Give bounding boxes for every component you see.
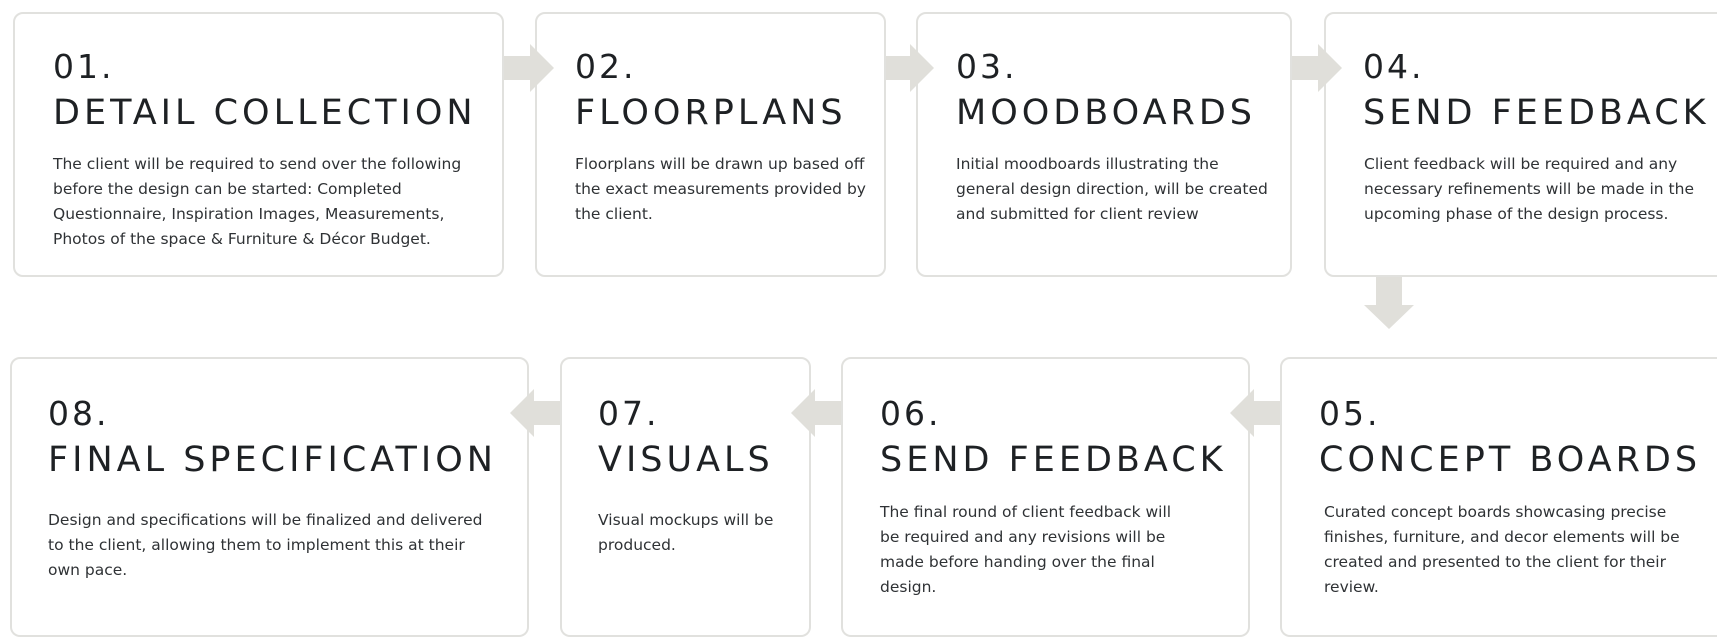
step-number: 03. xyxy=(956,47,1018,86)
step-title: CONCEPT BOARDS xyxy=(1319,440,1702,480)
step-description: The final round of client feedback will … xyxy=(880,503,1172,596)
step-title: VISUALS xyxy=(598,440,774,480)
step-title: SEND FEEDBACK xyxy=(880,440,1227,480)
step-number: 01. xyxy=(53,47,115,86)
step-card-07: 07. VISUALS Visual mockups will be produ… xyxy=(560,357,811,637)
step-card-08: 08. FINAL SPECIFICATION Design and speci… xyxy=(10,357,529,637)
step-description: Client feedback will be required and any… xyxy=(1364,155,1694,223)
step-description: Initial moodboards illustrating the gene… xyxy=(956,155,1268,223)
arrow-right-icon xyxy=(886,44,934,92)
step-card-01: 01. DETAIL COLLECTION The client will be… xyxy=(13,12,504,277)
arrow-left-icon xyxy=(510,389,560,437)
step-description: Floorplans will be drawn up based off th… xyxy=(575,155,866,223)
step-title: MOODBOARDS xyxy=(956,93,1257,133)
step-number: 05. xyxy=(1319,394,1381,433)
step-title: FLOORPLANS xyxy=(575,93,847,133)
arrow-right-icon xyxy=(1292,44,1342,92)
step-card-02: 02. FLOORPLANS Floorplans will be drawn … xyxy=(535,12,886,277)
step-description: The client will be required to send over… xyxy=(53,155,462,248)
step-description: Curated concept boards showcasing precis… xyxy=(1324,503,1680,596)
step-card-05: 05. CONCEPT BOARDS Curated concept board… xyxy=(1280,357,1717,637)
step-description: Visual mockups will be produced. xyxy=(598,511,774,554)
step-number: 07. xyxy=(598,394,660,433)
step-card-04: 04. SEND FEEDBACK Client feedback will b… xyxy=(1324,12,1717,277)
step-title: FINAL SPECIFICATION xyxy=(48,440,497,480)
arrow-right-icon xyxy=(504,44,554,92)
step-title: SEND FEEDBACK xyxy=(1363,93,1710,133)
arrow-left-icon xyxy=(791,389,841,437)
step-card-03: 03. MOODBOARDS Initial moodboards illust… xyxy=(916,12,1292,277)
step-number: 08. xyxy=(48,394,110,433)
step-number: 04. xyxy=(1363,47,1425,86)
arrow-down-icon xyxy=(1364,277,1414,329)
step-card-06: 06. SEND FEEDBACK The final round of cli… xyxy=(841,357,1250,637)
step-description: Design and specifications will be finali… xyxy=(48,511,483,579)
step-number: 02. xyxy=(575,47,637,86)
arrow-left-icon xyxy=(1230,389,1280,437)
step-number: 06. xyxy=(880,394,942,433)
step-title: DETAIL COLLECTION xyxy=(53,93,477,133)
